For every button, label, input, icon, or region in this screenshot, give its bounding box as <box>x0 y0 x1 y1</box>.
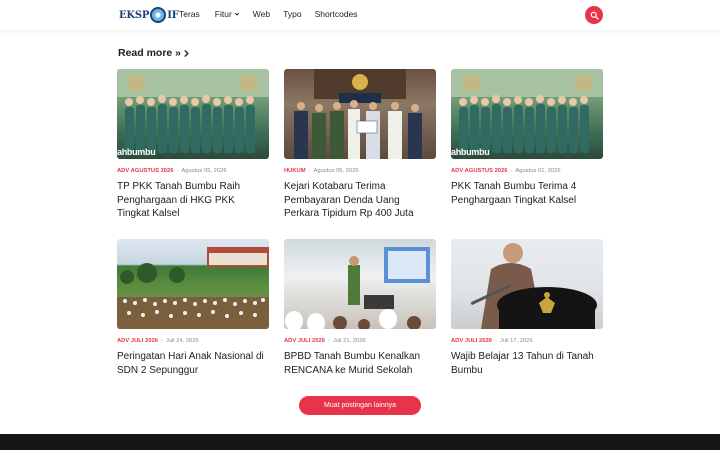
post-thumbnail[interactable]: ahbumbu <box>117 69 269 159</box>
post-card[interactable]: ADV JULI 2026- Juli 21, 2026 BPBD Tanah B… <box>284 239 436 377</box>
post-category[interactable]: ADV JULI 2026 <box>117 338 158 344</box>
classroom-image <box>285 247 430 329</box>
post-category[interactable]: ADV JULI 2026 <box>284 338 325 344</box>
post-title[interactable]: Kejari Kotabaru Terima Pembayaran Denda … <box>284 180 436 221</box>
post-category[interactable]: ADV JULI 2026 <box>451 338 492 344</box>
meta-separator: - <box>510 168 513 174</box>
post-date: Agustus 01, 2026 <box>515 168 561 174</box>
nav-item-teras[interactable]: Teras <box>179 9 200 19</box>
logo-text-right: IF <box>167 9 179 21</box>
nav-item-shortcodes[interactable]: Shortcodes <box>315 9 358 19</box>
main-nav: Teras Fitur Web Typo Shortcodes <box>179 9 358 19</box>
globe-icon <box>150 7 167 23</box>
post-meta: ADV JULI 2026- Juli 17, 2026 <box>451 338 603 344</box>
logo-text-left: EKSP <box>119 9 150 21</box>
post-category[interactable]: ADV AGUSTUS 2026 <box>117 168 173 174</box>
post-date: Agustus 05, 2026 <box>313 168 359 174</box>
image-caption: ahbumbu <box>451 147 490 157</box>
post-card[interactable]: ADV JULI 2026- Juli 24, 2026 Peringatan H… <box>117 239 269 377</box>
meta-separator: - <box>176 168 179 174</box>
load-more-button[interactable]: Muat postingan lainnya <box>299 396 421 415</box>
post-card[interactable]: ADV JULI 2026- Juli 17, 2026 Wajib Belaja… <box>451 239 603 377</box>
nav-item-typo[interactable]: Typo <box>283 9 301 19</box>
post-meta: ADV JULI 2026- Juli 24, 2026 <box>117 338 269 344</box>
post-card[interactable]: ahbumbu ADV AGUSTUS 2026- Agustus 05, 202… <box>117 69 269 221</box>
top-navbar: EKSP IF Teras Fitur Web Typo Shortcodes <box>0 0 720 30</box>
post-thumbnail[interactable] <box>451 239 603 329</box>
nav-item-fitur-label: Fitur <box>214 9 232 19</box>
post-title[interactable]: TP PKK Tanah Bumbu Raih Penghargaan di H… <box>117 180 269 221</box>
post-card[interactable]: HUKUM - Agustus 05, 2026 Kejari Kotabaru T… <box>284 69 436 221</box>
search-icon <box>590 11 599 20</box>
post-thumbnail[interactable] <box>284 239 436 329</box>
post-meta: ADV AGUSTUS 2026- Agustus 05, 2026 <box>117 168 269 174</box>
post-title[interactable]: BPBD Tanah Bumbu Kenalkan RENCANA ke Mur… <box>284 350 436 377</box>
chevron-right-icon <box>184 49 189 57</box>
post-meta: HUKUM - Agustus 05, 2026 <box>284 168 436 174</box>
post-title[interactable]: Wajib Belajar 13 Tahun di Tanah Bumbu <box>451 350 603 377</box>
post-category[interactable]: HUKUM <box>284 168 306 174</box>
post-category[interactable]: ADV AGUSTUS 2026 <box>451 168 507 174</box>
meta-separator: - <box>308 168 311 174</box>
school-field-image <box>117 247 269 329</box>
nav-item-web[interactable]: Web <box>253 9 270 19</box>
post-date: Juli 17, 2026 <box>499 338 533 344</box>
post-date: Juli 24, 2026 <box>165 338 199 344</box>
post-date: Agustus 05, 2026 <box>181 168 227 174</box>
read-more-label: Read more » <box>118 47 182 59</box>
post-card[interactable]: ahbumbu ADV AGUSTUS 2026- Agustus 01, 202… <box>451 69 603 207</box>
chevron-down-icon <box>234 12 239 16</box>
image-caption: ahbumbu <box>117 147 156 157</box>
post-meta: ADV JULI 2026- Juli 21, 2026 <box>284 338 436 344</box>
meta-separator: - <box>327 338 330 344</box>
post-title[interactable]: Peringatan Hari Anak Nasional di SDN 2 S… <box>117 350 269 377</box>
post-date: Juli 21, 2026 <box>332 338 366 344</box>
read-more-link[interactable]: Read more » <box>118 47 190 59</box>
handover-photo-image <box>294 69 422 159</box>
post-meta: ADV AGUSTUS 2026- Agustus 01, 2026 <box>451 168 603 174</box>
post-thumbnail[interactable] <box>284 69 436 159</box>
search-button[interactable] <box>585 6 603 24</box>
group-photo-image <box>117 69 269 153</box>
post-title[interactable]: PKK Tanah Bumbu Terima 4 Penghargaan Tin… <box>451 180 603 207</box>
nav-item-fitur[interactable]: Fitur <box>215 9 240 19</box>
group-photo-image <box>451 69 603 153</box>
site-logo[interactable]: EKSP IF <box>119 6 179 24</box>
footer <box>0 434 720 450</box>
speech-podium-image <box>470 243 597 329</box>
meta-separator: - <box>160 338 163 344</box>
meta-separator: - <box>494 338 497 344</box>
post-thumbnail[interactable] <box>117 239 269 329</box>
post-thumbnail[interactable]: ahbumbu <box>451 69 603 159</box>
